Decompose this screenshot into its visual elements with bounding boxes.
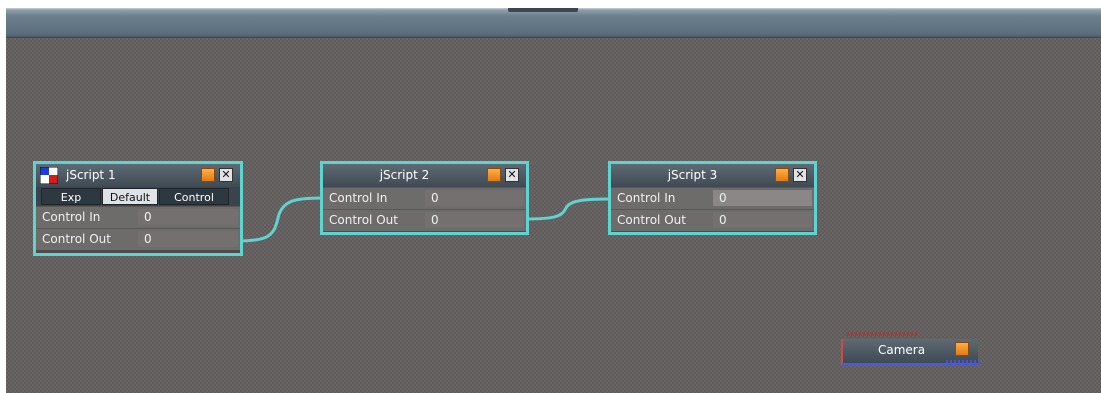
- control-in-value-field[interactable]: 0: [425, 190, 524, 206]
- control-in-value-field[interactable]: 0: [713, 190, 812, 206]
- row-label: Control In: [329, 191, 388, 205]
- row-control-in: Control In 0: [611, 187, 814, 209]
- orange-square-button[interactable]: [201, 168, 215, 182]
- row-label: Control Out: [329, 213, 398, 227]
- node-canvas[interactable]: jScript 1 ✕ Exp Default Control Control …: [6, 8, 1101, 393]
- row-label: Control Out: [617, 213, 686, 227]
- row-label: Control In: [42, 210, 101, 224]
- node-title: jScript 3: [667, 168, 718, 182]
- node-jscript-1[interactable]: jScript 1 ✕ Exp Default Control Control …: [33, 161, 243, 256]
- node-tabs: Exp Default Control: [36, 187, 240, 206]
- control-out-value-field[interactable]: 0: [138, 231, 238, 247]
- row-control-out: Control Out 0: [36, 228, 240, 250]
- orange-square-button[interactable]: [775, 168, 789, 182]
- node-titlebar[interactable]: jScript 1 ✕: [36, 164, 240, 187]
- tab-exp[interactable]: Exp: [41, 188, 101, 205]
- row-label: Control In: [617, 191, 676, 205]
- row-label: Control Out: [42, 232, 111, 246]
- close-icon[interactable]: ✕: [219, 168, 233, 182]
- camera-input-port-edge: [946, 360, 982, 366]
- node-titlebar[interactable]: jScript 3 ✕: [611, 164, 814, 187]
- script-node-icon: [40, 167, 58, 184]
- node-titlebar[interactable]: jScript 2 ✕: [323, 164, 526, 187]
- close-icon[interactable]: ✕: [505, 168, 519, 182]
- row-control-in: Control In 0: [323, 187, 526, 209]
- camera-output-port-edge: [847, 332, 919, 336]
- control-out-value-field[interactable]: 0: [713, 212, 812, 228]
- close-icon[interactable]: ✕: [793, 168, 807, 182]
- node-title: Camera: [878, 343, 926, 357]
- control-out-value-field[interactable]: 0: [425, 212, 524, 228]
- wire-jscript1-to-jscript2[interactable]: [237, 196, 323, 243]
- tab-default[interactable]: Default: [102, 188, 158, 205]
- row-control-out: Control Out 0: [323, 209, 526, 231]
- wire-jscript2-to-jscript3[interactable]: [525, 197, 611, 221]
- tab-control[interactable]: Control: [159, 188, 229, 205]
- orange-square-button[interactable]: [487, 168, 501, 182]
- row-control-out: Control Out 0: [611, 209, 814, 231]
- orange-square-button[interactable]: [955, 342, 969, 356]
- node-title: jScript 2: [379, 168, 430, 182]
- control-in-value-field[interactable]: 0: [138, 209, 238, 225]
- row-control-in: Control In 0: [36, 206, 240, 228]
- node-jscript-3[interactable]: jScript 3 ✕ Control In 0 Control Out 0: [608, 161, 817, 235]
- node-jscript-2[interactable]: jScript 2 ✕ Control In 0 Control Out 0: [320, 161, 529, 235]
